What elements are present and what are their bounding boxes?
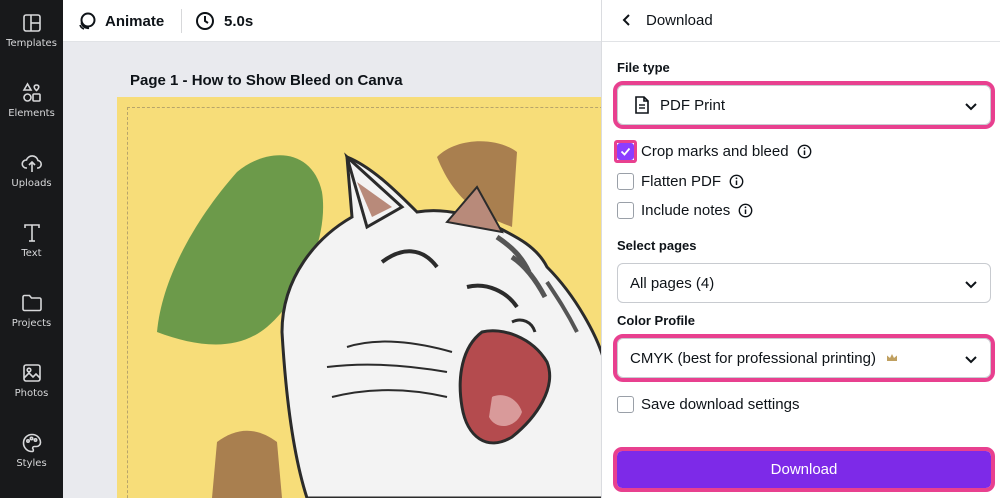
select-pages-select[interactable]: All pages (4) <box>617 263 991 303</box>
crop-marks-label: Crop marks and bleed <box>641 142 789 160</box>
styles-icon <box>22 433 41 453</box>
page-title: Page 1 - How to Show Bleed on Canva <box>130 72 403 89</box>
flatten-pdf-option: Flatten PDF <box>617 171 744 191</box>
elements-icon <box>22 82 41 102</box>
sidebar-item-photos[interactable]: Photos <box>0 362 63 424</box>
projects-icon <box>21 294 42 312</box>
color-profile-label: Color Profile <box>617 313 696 328</box>
color-profile-value: CMYK (best for professional printing) <box>630 349 876 367</box>
save-settings-option: Save download settings <box>617 394 799 414</box>
top-toolbar: Animate 5.0s <box>63 0 603 42</box>
include-notes-label: Include notes <box>641 201 731 219</box>
file-type-select[interactable]: PDF Print <box>613 81 995 129</box>
save-settings-checkbox[interactable] <box>617 395 634 413</box>
duration-label: 5.0s <box>224 12 254 30</box>
sidebar-item-text[interactable]: Text <box>0 222 63 284</box>
sidebar-item-elements[interactable]: Elements <box>0 82 63 144</box>
chevron-left-icon <box>622 14 630 26</box>
panel-header: Download <box>602 0 1000 42</box>
download-button[interactable]: Download <box>613 447 995 492</box>
include-notes-checkbox[interactable] <box>617 201 634 219</box>
chevron-down-icon <box>965 281 977 289</box>
include-notes-option: Include notes <box>617 200 753 220</box>
sidebar-item-label: Text <box>21 248 42 259</box>
design-canvas[interactable] <box>117 97 603 498</box>
sidebar-item-label: Uploads <box>11 178 52 189</box>
color-profile-select[interactable]: CMYK (best for professional printing) <box>613 334 995 382</box>
save-settings-label: Save download settings <box>641 395 800 413</box>
file-type-value: PDF Print <box>660 96 726 114</box>
chevron-down-icon <box>965 103 977 111</box>
duration-button[interactable]: 5.0s <box>195 9 253 33</box>
templates-icon <box>22 14 41 32</box>
info-icon[interactable] <box>729 174 744 189</box>
select-pages-value: All pages (4) <box>630 274 715 292</box>
bleed-guide <box>127 107 603 498</box>
info-icon[interactable] <box>797 144 812 159</box>
select-pages-label: Select pages <box>617 238 697 253</box>
animate-label: Animate <box>105 12 165 30</box>
left-sidebar: Templates Elements Uploads Text Projects… <box>0 0 63 498</box>
chevron-down-icon <box>965 356 977 364</box>
info-icon[interactable] <box>738 203 753 218</box>
sidebar-item-label: Elements <box>8 108 55 119</box>
sidebar-item-uploads[interactable]: Uploads <box>0 152 63 214</box>
crop-marks-option: Crop marks and bleed <box>617 141 812 161</box>
crown-icon <box>886 354 897 361</box>
uploads-icon <box>20 155 42 172</box>
sidebar-item-label: Photos <box>14 388 49 399</box>
document-icon <box>635 96 649 114</box>
download-panel: Download File type PDF Print Crop marks … <box>601 0 1000 498</box>
sidebar-item-label: Styles <box>16 458 47 469</box>
sidebar-item-templates[interactable]: Templates <box>0 12 63 74</box>
flatten-pdf-label: Flatten PDF <box>641 172 722 190</box>
file-type-label: File type <box>617 60 670 75</box>
sidebar-item-label: Projects <box>11 318 52 329</box>
animate-button[interactable]: Animate <box>77 9 164 33</box>
checkmark-icon <box>620 147 631 156</box>
crop-marks-checkbox[interactable] <box>617 142 634 160</box>
animate-icon <box>79 12 96 30</box>
flatten-pdf-checkbox[interactable] <box>617 172 634 190</box>
sidebar-item-projects[interactable]: Projects <box>0 292 63 354</box>
clock-icon <box>196 12 214 30</box>
sidebar-item-styles[interactable]: Styles <box>0 432 63 494</box>
panel-title: Download <box>646 12 713 29</box>
back-button[interactable] <box>616 9 638 31</box>
sidebar-item-label: Templates <box>6 38 57 49</box>
text-icon <box>23 224 40 242</box>
photos-icon <box>22 364 41 382</box>
toolbar-divider <box>181 9 182 33</box>
